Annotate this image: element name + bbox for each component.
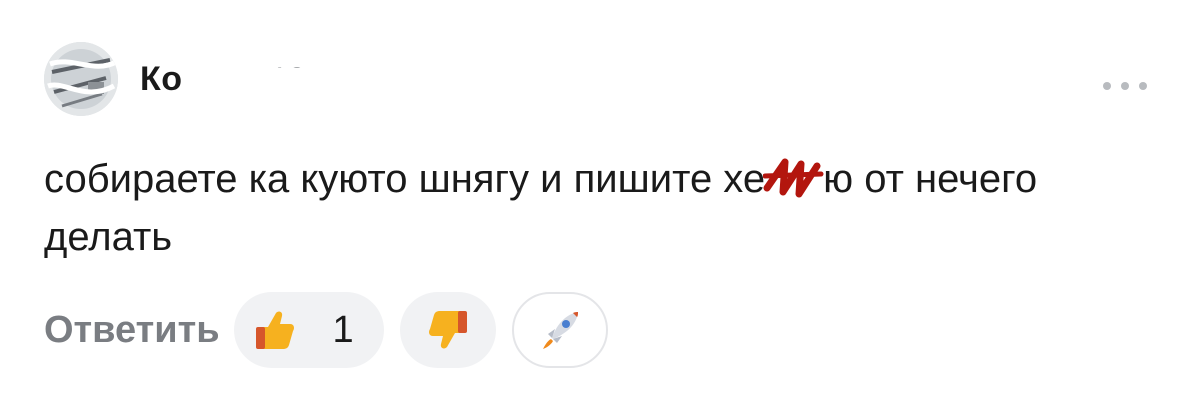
thumbs-up-icon (252, 307, 298, 353)
like-count: 1 (332, 308, 354, 351)
comment-header: Ко нов 10 ч (44, 42, 641, 116)
censor-scribble (763, 158, 825, 198)
rocket-icon (537, 307, 583, 353)
more-dot (1139, 82, 1147, 90)
reply-button[interactable]: Ответить (44, 309, 220, 352)
comment-actions: Ответить 1 (44, 290, 624, 370)
author-name[interactable]: Ко нов (140, 60, 641, 99)
comment-text-part-1: собираете ка куюто шнягу и пишите хе (44, 157, 766, 201)
reaction-button[interactable] (511, 292, 608, 368)
more-dot (1121, 82, 1129, 90)
comment-text: собираете ка куюто шнягу и пишите хе ю о… (44, 150, 1144, 266)
dislike-button[interactable] (399, 292, 496, 368)
comment-card: Ко нов 10 ч собираете ка куюто шнягу и п… (0, 0, 1200, 417)
author-redaction (186, 67, 641, 94)
avatar[interactable] (44, 42, 118, 116)
thumbs-down-icon (425, 307, 471, 353)
more-dot (1103, 82, 1111, 90)
more-options-icon[interactable] (1103, 80, 1147, 92)
like-button[interactable]: 1 (233, 292, 384, 368)
